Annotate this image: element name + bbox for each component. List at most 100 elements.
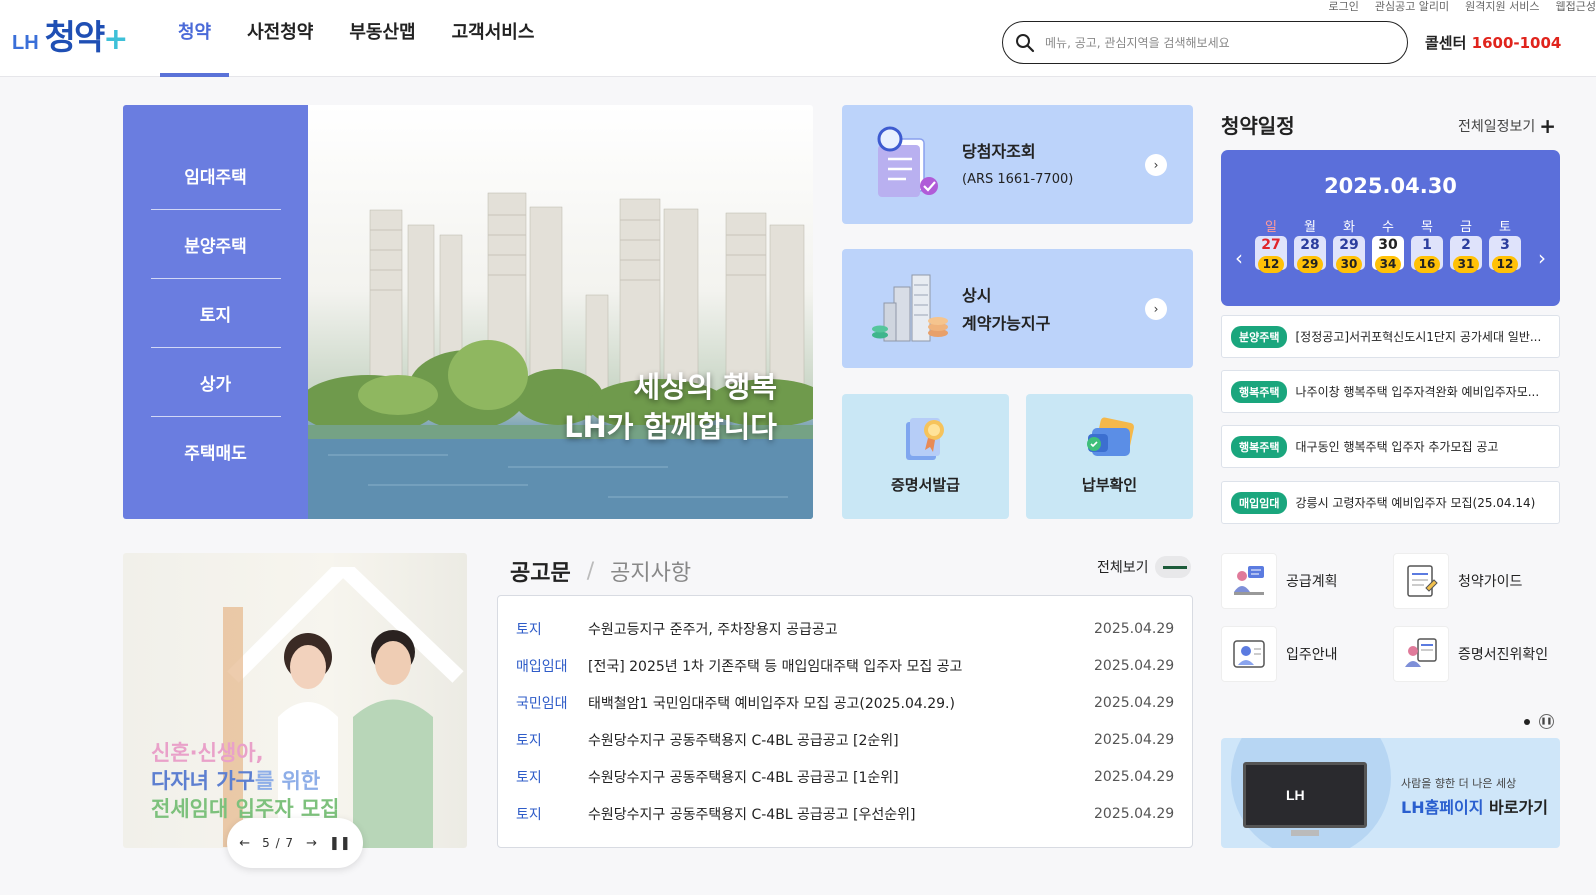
contract-district-card[interactable]: 상시 계약가능지구 › bbox=[842, 249, 1193, 368]
schedule-notice-item[interactable]: 매입임대 강릉시 고령자주택 예비입주자 모집(25.04.14) bbox=[1221, 481, 1560, 524]
interest-alert-link[interactable]: 관심공고 알리미 bbox=[1375, 0, 1449, 14]
callcenter-number[interactable]: 1600-1004 bbox=[1472, 34, 1562, 52]
hero-menu-sale-housing[interactable]: 분양주택 bbox=[150, 210, 281, 279]
nav-item-pre-subscription[interactable]: 사전청약 bbox=[229, 0, 331, 77]
day-box[interactable]: 30 34 bbox=[1372, 236, 1404, 273]
promo-line2-highlight: 다자녀 가구 bbox=[151, 769, 255, 793]
tab-separator: / bbox=[586, 558, 595, 584]
announcement-category: 토지 bbox=[516, 732, 542, 749]
calendar-day[interactable]: 토 3 12 bbox=[1489, 216, 1521, 273]
hero-menu-commercial[interactable]: 상가 bbox=[150, 348, 281, 417]
calendar-day[interactable]: 일 27 12 bbox=[1255, 216, 1287, 273]
announcement-row[interactable]: 토지 수원고등지구 준주거, 주차장용지 공급공고 2025.04.29 bbox=[498, 610, 1192, 647]
tab-announcements[interactable]: 공고문 bbox=[510, 555, 571, 587]
announcement-row[interactable]: 토지 수원당수지구 공동주택용지 C-4BL 공급공고 [우선순위] 2025.… bbox=[498, 795, 1192, 832]
nav-item-realestate-map[interactable]: 부동산맵 bbox=[331, 0, 433, 77]
document-search-icon bbox=[877, 126, 938, 197]
payment-check-card[interactable]: 납부확인 bbox=[1026, 394, 1193, 519]
accessibility-link[interactable]: 웹접근성 bbox=[1556, 0, 1596, 14]
hero-menu-rental-housing[interactable]: 임대주택 bbox=[150, 141, 281, 210]
promo-line2-rest: 를 위한 bbox=[254, 769, 321, 793]
chevron-left-icon[interactable]: ‹ bbox=[1235, 246, 1243, 270]
schedule-notice-item[interactable]: 행복주택 대구동인 행복주택 입주자 추가모집 공고 bbox=[1221, 425, 1560, 468]
subscription-guide-label: 청약가이드 bbox=[1458, 574, 1523, 590]
more-indicator-icon bbox=[1154, 556, 1191, 578]
day-box[interactable]: 1 16 bbox=[1411, 236, 1443, 273]
subscription-guide-link[interactable]: 청약가이드 bbox=[1393, 552, 1563, 610]
calendar-week: 일 27 12 월 28 29 화 29 30 수 30 34 목 1 16 금 2 31 … bbox=[1255, 216, 1521, 273]
nav-item-customer-service[interactable]: 고객서비스 bbox=[434, 0, 553, 77]
announcement-more-link[interactable]: 전체보기 bbox=[1097, 556, 1191, 578]
site-logo[interactable]: LH 청약 + bbox=[12, 10, 128, 59]
schedule-more-link[interactable]: 전체일정보기 + bbox=[1458, 114, 1556, 138]
hero-menu-land[interactable]: 토지 bbox=[150, 279, 281, 348]
move-in-guide-label: 입주안내 bbox=[1286, 647, 1338, 663]
supply-plan-link[interactable]: 공급계획 bbox=[1221, 552, 1391, 610]
day-box[interactable]: 29 30 bbox=[1333, 236, 1365, 273]
announcement-title: [전국] 2025년 1차 기존주택 등 매입임대주택 입주자 모집 공고 bbox=[588, 658, 963, 675]
chevron-right-icon[interactable]: › bbox=[1538, 246, 1546, 270]
logo-main: 청약 bbox=[44, 18, 106, 58]
announcement-row[interactable]: 토지 수원당수지구 공동주택용지 C-4BL 공급공고 [1순위] 2025.0… bbox=[498, 758, 1192, 795]
utility-links: 로그인 관심공고 알리미 원격지원 서비스 웹접근성 bbox=[1328, 0, 1596, 14]
calendar-day[interactable]: 화 29 30 bbox=[1333, 216, 1365, 273]
promo-banner[interactable]: 신혼·신생아, 다자녀 가구를 위한 전세임대 입주자 모집 bbox=[123, 553, 467, 848]
hero-photo: 세상의 행복 LH가 함께합니다 bbox=[308, 105, 813, 519]
category-tag: 행복주택 bbox=[1231, 380, 1288, 403]
promo-pager: 5 / 7 bbox=[262, 836, 295, 850]
wallet-icon bbox=[1087, 417, 1135, 456]
day-box[interactable]: 3 12 bbox=[1489, 236, 1521, 273]
hero-category-menu: 임대주택 분양주택 토지 상가 주택매도 bbox=[123, 105, 308, 519]
lh-homepage-banner[interactable]: LH 사람을 향한 더 나은 세상 LH홈페이지 바로가기 bbox=[1221, 738, 1560, 848]
announcement-row[interactable]: 국민임대 태백철암1 국민임대주택 예비입주자 모집 공고(2025.04.29… bbox=[498, 684, 1192, 721]
banner-subtitle: 사람을 향한 더 나은 세상 bbox=[1401, 777, 1517, 790]
certificate-issue-card[interactable]: 증명서발급 bbox=[842, 394, 1009, 519]
certificate-icon bbox=[906, 418, 944, 460]
day-box[interactable]: 28 29 bbox=[1294, 236, 1326, 273]
hero-slogan: 세상의 행복 LH가 함께합니다 bbox=[564, 367, 777, 447]
login-link[interactable]: 로그인 bbox=[1328, 0, 1358, 14]
search-icon[interactable] bbox=[1015, 33, 1035, 53]
announcement-row[interactable]: 매입임대 [전국] 2025년 1차 기존주택 등 매입임대주택 입주자 모집 … bbox=[498, 647, 1192, 684]
day-number: 29 bbox=[1339, 237, 1359, 253]
pause-icon[interactable]: ❚❚ bbox=[1539, 714, 1554, 729]
calendar-day[interactable]: 목 1 16 bbox=[1411, 216, 1443, 273]
weekday-label: 토 bbox=[1499, 220, 1511, 235]
arrow-right-icon[interactable]: → bbox=[306, 836, 317, 851]
calendar-day-selected[interactable]: 수 30 34 bbox=[1372, 216, 1404, 273]
contract-district-line1: 상시 bbox=[962, 286, 992, 305]
announcement-title: 수원당수지구 공동주택용지 C-4BL 공급공고 [2순위] bbox=[588, 732, 899, 749]
move-in-guide-icon bbox=[1221, 626, 1277, 682]
day-box[interactable]: 27 12 bbox=[1255, 236, 1287, 273]
day-number: 28 bbox=[1300, 237, 1320, 253]
nav-item-subscription[interactable]: 청약 bbox=[160, 0, 230, 77]
winner-lookup-card[interactable]: 당첨자조회 (ARS 1661-7700) › bbox=[842, 105, 1193, 224]
day-box[interactable]: 2 31 bbox=[1450, 236, 1482, 273]
announcement-title: 수원당수지구 공동주택용지 C-4BL 공급공고 [1순위] bbox=[588, 769, 899, 786]
chevron-right-icon[interactable]: › bbox=[1145, 298, 1167, 320]
search-input[interactable] bbox=[1045, 35, 1385, 50]
certificate-verify-link[interactable]: 증명서진위확인 bbox=[1393, 625, 1563, 683]
pause-icon[interactable]: ❚❚ bbox=[329, 836, 351, 851]
schedule-notice-item[interactable]: 행복주택 나주이창 행복주택 입주자격완화 예비입주자모... bbox=[1221, 370, 1560, 413]
promo-line1: 신혼·신생아, bbox=[151, 741, 264, 765]
weekday-label: 수 bbox=[1382, 220, 1394, 235]
announcement-date: 2025.04.29 bbox=[1094, 768, 1175, 785]
remote-support-link[interactable]: 원격지원 서비스 bbox=[1465, 0, 1539, 14]
announcement-row[interactable]: 토지 수원당수지구 공동주택용지 C-4BL 공급공고 [2순위] 2025.0… bbox=[498, 721, 1192, 758]
schedule-calendar: 2025.04.30 ‹ › 일 27 12 월 28 29 화 29 30 수 30… bbox=[1221, 150, 1560, 306]
pager-dot[interactable] bbox=[1524, 718, 1530, 725]
day-count-badge: 16 bbox=[1414, 256, 1440, 273]
hero-menu-house-sale[interactable]: 주택매도 bbox=[151, 417, 281, 486]
move-in-guide-link[interactable]: 입주안내 bbox=[1221, 625, 1391, 683]
announcement-category: 토지 bbox=[516, 806, 542, 823]
arrow-left-icon[interactable]: ← bbox=[239, 836, 250, 851]
day-count-badge: 12 bbox=[1258, 256, 1284, 273]
day-number: 30 bbox=[1378, 237, 1398, 253]
calendar-day[interactable]: 월 28 29 bbox=[1294, 216, 1326, 273]
schedule-notice-item[interactable]: 분양주택 [정정공고]서귀포혁신도시1단지 공가세대 일반... bbox=[1221, 315, 1560, 358]
chevron-right-icon[interactable]: › bbox=[1145, 154, 1167, 176]
calendar-date: 2025.04.30 bbox=[1324, 174, 1457, 198]
tab-notices[interactable]: 공지사항 bbox=[610, 555, 691, 587]
calendar-day[interactable]: 금 2 31 bbox=[1450, 216, 1482, 273]
